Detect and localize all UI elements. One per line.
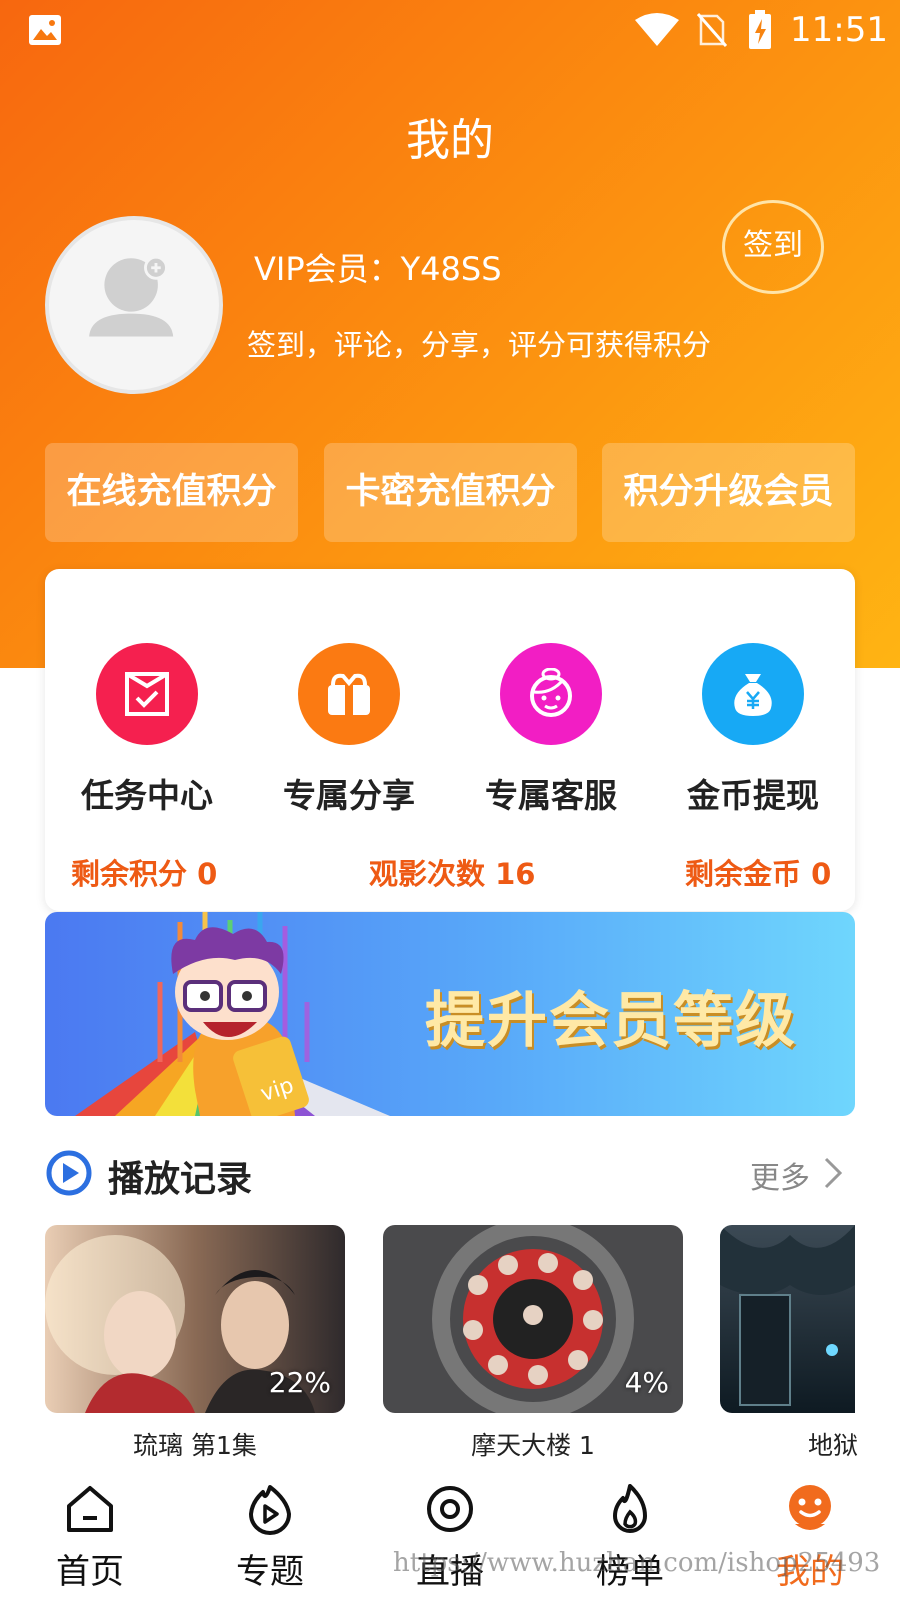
remaining-points: 剩余积分 0 [71, 857, 218, 891]
clock: 11:51 [790, 10, 888, 50]
history-item-title[interactable]: 地狱 [808, 1426, 858, 1462]
more-link[interactable]: 更多 [750, 1153, 810, 1197]
banner-title: 提升会员等级 [425, 986, 797, 1056]
history-item-thumbnail[interactable]: 4% [383, 1225, 683, 1413]
history-item-thumbnail[interactable]: 22% [45, 1225, 345, 1413]
points-hint: 签到，评论，分享，评分可获得积分 [247, 328, 712, 362]
home-icon [67, 1486, 113, 1532]
watch-progress: 4% [624, 1366, 669, 1399]
card-recharge-button[interactable]: 卡密充值积分 [324, 443, 577, 542]
feature-label: 任务中心 [81, 776, 213, 815]
upgrade-member-button[interactable]: 积分升级会员 [602, 443, 855, 542]
battery-charging-icon [749, 10, 771, 49]
feature-label: 专属分享 [283, 776, 415, 815]
section-title-history: 播放记录 [108, 1159, 253, 1200]
flame-icon [613, 1484, 647, 1533]
page-title: 我的 [406, 115, 494, 166]
wifi-icon [635, 13, 679, 46]
tab-topics[interactable]: 专题 [210, 1482, 330, 1593]
bottom-tab-bar: 首页 专题 直播 榜单 我的 [0, 1462, 900, 1600]
feature-label: 金币提现 [687, 776, 819, 815]
default-avatar-icon [89, 255, 174, 337]
tab-label: 专题 [236, 1552, 304, 1592]
avatar[interactable] [45, 216, 223, 394]
live-icon [427, 1486, 473, 1532]
status-bar: 11:51 [0, 0, 900, 64]
history-item-thumbnail[interactable] [720, 1225, 855, 1413]
topic-icon [249, 1485, 291, 1535]
play-history-icon [46, 1150, 92, 1196]
video-thumbnail-image [720, 1225, 855, 1413]
history-item-title[interactable]: 摩天大楼 1 [383, 1426, 683, 1462]
watermark-text: https://www.huzhan.com/ishop25493 [393, 1548, 881, 1578]
photo-icon [29, 15, 61, 45]
upgrade-banner[interactable]: vip 提升会员等级 [45, 912, 855, 1116]
feature-exclusive-share[interactable]: 专属分享 [274, 643, 424, 817]
vip-member-label: VIP会员：Y48SS [254, 250, 502, 288]
remaining-coins: 剩余金币 0 [685, 857, 832, 891]
tab-home[interactable]: 首页 [30, 1482, 150, 1593]
watch-progress: 22% [268, 1366, 331, 1399]
banner-cartoon-illustration: vip [75, 912, 390, 1116]
no-sim-icon [697, 13, 727, 47]
chevron-right-icon[interactable] [822, 1156, 844, 1190]
service-icon [530, 668, 572, 717]
history-item-title[interactable]: 琉璃 第1集 [45, 1426, 345, 1462]
sign-in-button[interactable]: 签到 [722, 200, 824, 294]
feature-customer-service[interactable]: 专属客服 [476, 643, 626, 817]
feature-card: 任务中心 专属分享 专属客服 金币提现 剩余积分 0 观影次数 16 剩余金币 … [45, 569, 855, 911]
online-recharge-button[interactable]: 在线充值积分 [45, 443, 298, 542]
feature-coin-withdraw[interactable]: 金币提现 [678, 643, 828, 817]
profile-icon [789, 1485, 831, 1530]
watch-count: 观影次数 16 [369, 857, 536, 891]
task-icon [125, 672, 169, 716]
feature-task-center[interactable]: 任务中心 [72, 643, 222, 817]
gift-icon [328, 673, 370, 715]
money-bag-icon [734, 674, 772, 716]
feature-label: 专属客服 [485, 776, 617, 815]
tab-label: 首页 [56, 1552, 124, 1592]
